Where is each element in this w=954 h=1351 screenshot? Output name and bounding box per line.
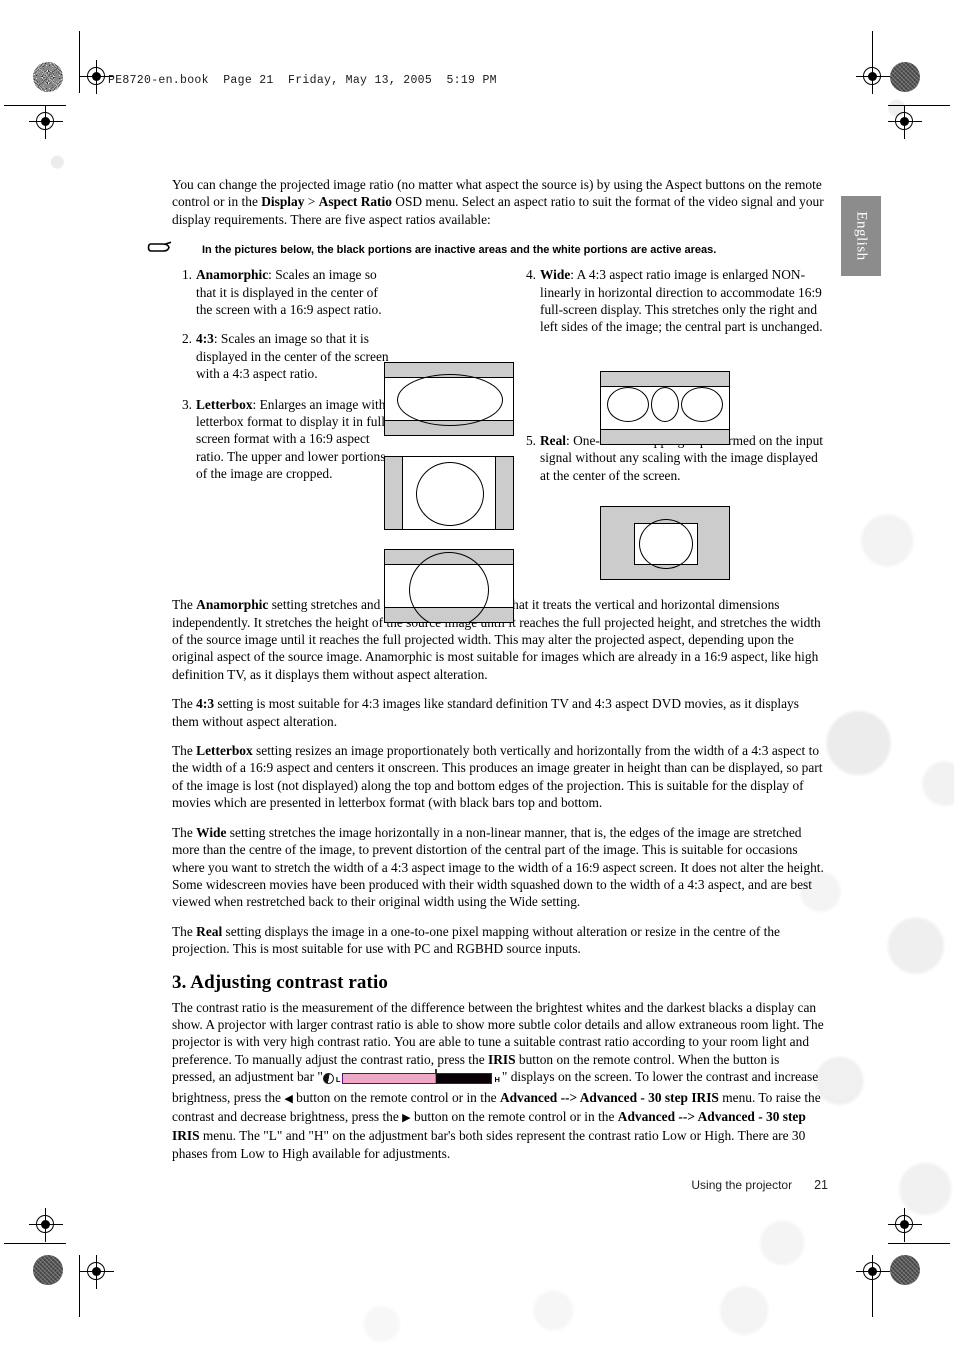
- wide-circle-center: [651, 387, 679, 423]
- paragraph-wide: The Wide setting stretches the image hor…: [172, 824, 826, 911]
- para-anamorphic-term: Anamorphic: [196, 597, 269, 613]
- printer-dot-mark-bottom-right: [890, 1255, 920, 1285]
- book-file-header: PE8720-en.book Page 21 Friday, May 13, 2…: [108, 74, 497, 87]
- aspect-item-2-desc: : Scales an image so that it is displaye…: [196, 331, 389, 382]
- aspect-item-1-term: Anamorphic: [196, 267, 269, 283]
- para-wide-pre: The: [172, 824, 197, 840]
- aspect-item-wide: 4. Wide: A 4:3 aspect ratio image is enl…: [516, 266, 830, 336]
- intro-gt: >: [304, 194, 319, 210]
- para-43-term: 4:3: [196, 696, 215, 712]
- aspect-item-3-term: Letterbox: [196, 396, 253, 412]
- registration-mark-right-lower: [888, 1208, 922, 1242]
- paragraph-letterbox: The Letterbox setting resizes an image p…: [172, 742, 826, 812]
- iris-bar-tick: [435, 1069, 438, 1074]
- language-side-tab: English: [841, 196, 881, 276]
- aspect-item-2-number: 2.: [181, 331, 192, 347]
- aspect-ratio-list-area: 1. Anamorphic : Scales an image so that i…: [172, 266, 826, 624]
- printer-dot-mark-top-left: [33, 62, 63, 92]
- real-ellipse: [639, 519, 693, 570]
- aspect-item-3-number: 3.: [181, 396, 192, 412]
- aspect-item-4-term: Wide: [540, 267, 571, 283]
- aspect-item-4-3: 2. 4:3: Scales an image so that it is di…: [172, 330, 396, 382]
- footer-page-number: 21: [814, 1178, 828, 1192]
- note-callout-text: In the pictures below, the black portion…: [202, 244, 717, 257]
- registration-mark-left-upper: [29, 105, 63, 139]
- right-arrow-icon: ▶: [402, 1111, 411, 1124]
- registration-mark-bottom-right: [856, 1255, 890, 1289]
- real-aspect-diagram: [600, 506, 730, 581]
- aspect-item-anamorphic: 1. Anamorphic: Scales an image so that i…: [172, 266, 386, 318]
- iris-adjustment-bar-graphic: LH: [322, 1069, 502, 1088]
- para-wide-post: setting stretches the image horizontally…: [172, 824, 824, 910]
- para-real-pre: The: [172, 923, 197, 939]
- anamorphic-aspect-diagram: [384, 362, 514, 437]
- para-anamorphic-pre: The: [172, 597, 197, 613]
- wide-aspect-diagram: [600, 371, 730, 446]
- wide-ellipse-left: [607, 387, 649, 423]
- aspect-item-2-term: 4:3: [196, 331, 214, 347]
- paragraph-contrast-ratio: The contrast ratio is the measurement of…: [172, 999, 826, 1163]
- para-letterbox-pre: The: [172, 743, 197, 759]
- four-three-circle: [416, 462, 484, 527]
- contrast-text-7: menu. The "L" and "H" on the adjustment …: [172, 1128, 806, 1161]
- left-arrow-icon: ◀: [284, 1092, 293, 1105]
- note-callout: In the pictures below, the black portion…: [147, 240, 826, 258]
- display-menu-term: Display: [261, 194, 305, 210]
- registration-mark-right-upper: [888, 105, 922, 139]
- letterbox-clip-region: [385, 550, 513, 623]
- letterbox-aspect-diagram: [384, 549, 514, 624]
- para-real-term: Real: [196, 923, 223, 939]
- para-letterbox-post: setting resizes an image proportionately…: [172, 743, 823, 811]
- intro-paragraph: You can change the projected image ratio…: [172, 176, 826, 228]
- 4-3-aspect-diagram: [384, 456, 514, 531]
- aspect-item-4-desc: : A 4:3 aspect ratio image is enlarged N…: [540, 267, 823, 335]
- para-43-post: setting is most suitable for 4:3 images …: [172, 696, 799, 729]
- language-side-tab-label: English: [853, 211, 870, 261]
- printer-dot-mark-bottom-left: [33, 1255, 63, 1285]
- registration-mark-bottom-left: [80, 1255, 114, 1289]
- para-letterbox-term: Letterbox: [196, 743, 253, 759]
- contrast-text-6: button on the remote control or in the: [410, 1108, 618, 1124]
- aspect-item-5-number: 5.: [525, 432, 536, 448]
- menu-path-advanced-iris-1: Advanced --> Advanced - 30 step IRIS: [499, 1089, 719, 1105]
- para-43-pre: The: [172, 696, 197, 712]
- paragraph-real: The Real setting displays the image in a…: [172, 923, 826, 958]
- trim-line-right-lower-horizontal: [888, 1243, 950, 1244]
- aspect-ratio-menu-term: Aspect Ratio: [318, 194, 392, 210]
- registration-mark-top-right: [856, 60, 890, 94]
- registration-mark-left-lower: [29, 1208, 63, 1242]
- para-wide-term: Wide: [196, 824, 227, 840]
- iris-moon-icon: [322, 1073, 334, 1085]
- iris-bar-high-label: H: [494, 1075, 500, 1085]
- aspect-item-letterbox: 3. Letterbox: Enlarges an image with let…: [172, 396, 396, 483]
- page-content: You can change the projected image ratio…: [147, 176, 826, 1174]
- iris-bar-fill: [343, 1074, 437, 1084]
- footer-section-label: Using the projector: [691, 1178, 793, 1192]
- pointing-hand-icon: [147, 240, 173, 256]
- iris-button-term: IRIS: [488, 1051, 516, 1067]
- wide-ellipse-right: [681, 387, 723, 423]
- page-footer: Using the projector 21: [0, 1178, 954, 1192]
- printer-dot-mark-top-right: [890, 62, 920, 92]
- letterbox-cropped-circle: [409, 552, 489, 623]
- aspect-item-1-number: 1.: [181, 267, 192, 283]
- section-heading-adjusting-contrast-ratio: 3. Adjusting contrast ratio: [172, 971, 388, 993]
- trim-line-left-lower-horizontal: [4, 1243, 66, 1244]
- paragraph-4-3: The 4:3 setting is most suitable for 4:3…: [172, 695, 826, 730]
- para-real-post: setting displays the image in a one-to-o…: [172, 923, 780, 957]
- iris-bar-low-label: L: [335, 1075, 341, 1085]
- iris-bar-track: [342, 1069, 493, 1085]
- anamorphic-ellipse: [397, 374, 503, 427]
- contrast-text-4: button on the remote control or in the: [292, 1089, 500, 1105]
- aspect-item-4-number: 4.: [525, 267, 536, 283]
- aspect-item-5-term: Real: [540, 432, 567, 448]
